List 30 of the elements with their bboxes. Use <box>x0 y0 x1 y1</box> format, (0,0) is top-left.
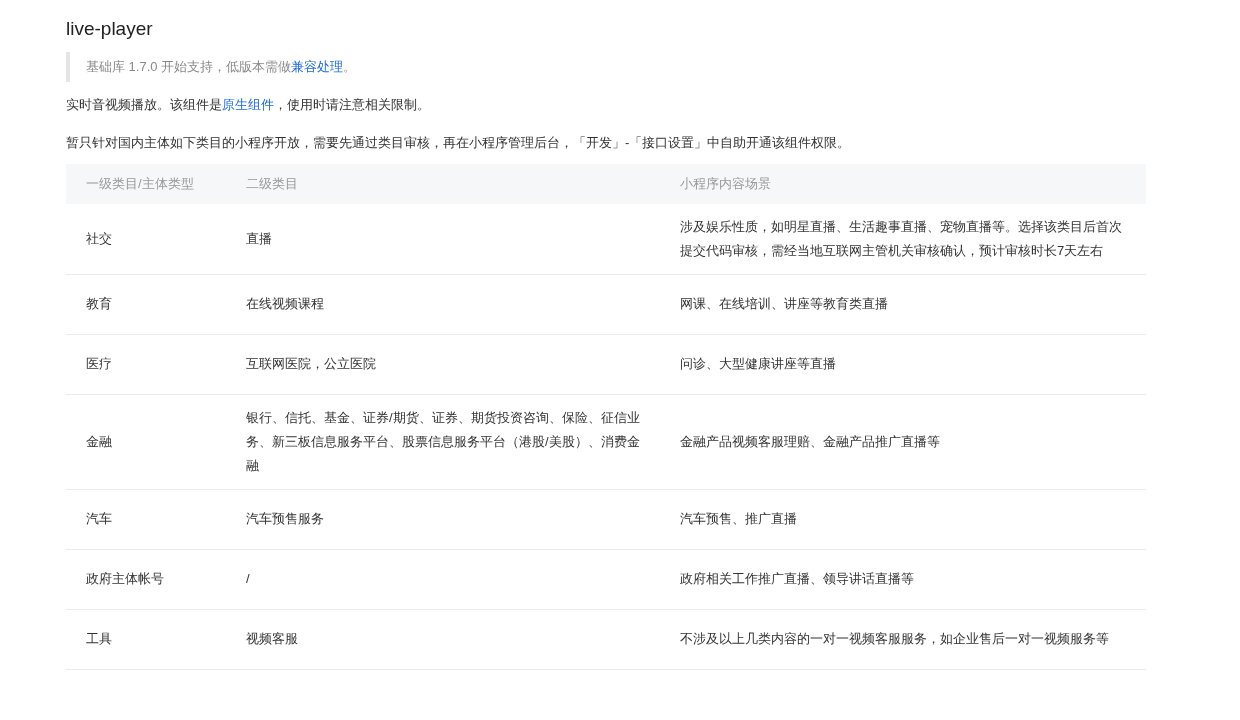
table-cell: 工具 <box>66 609 226 669</box>
table-cell: 银行、信托、基金、证券/期货、证券、期货投资咨询、保险、征信业务、新三板信息服务平台、股票信息服务平台（港股/美股）、消费金融 <box>226 394 660 489</box>
table-cell: 汽车 <box>66 489 226 549</box>
table-cell: 在线视频课程 <box>226 274 660 334</box>
table-cell: 不涉及以上几类内容的一对一视频客服服务，如企业售后一对一视频服务等 <box>660 609 1146 669</box>
paragraph-text: 暂只针对国内主体如下类目的小程序开放，需要先通过类目审核，再在小程序管理后台，「开发」-「接口设置」中自助开通该组件权限。 <box>66 133 852 152</box>
compat-link[interactable]: 兼容处理 <box>291 59 344 74</box>
intro-text: 实时音视频播放。该组件是原生组件，使用时请注意相关限制。 <box>66 95 431 114</box>
table-cell: 直播 <box>226 203 660 274</box>
table-cell: / <box>226 549 660 609</box>
table-cell: 汽车预售、推广直播 <box>660 489 1146 549</box>
table-cell: 教育 <box>66 274 226 334</box>
info-quote: 基础库 1.7.0 开始支持，低版本需做兼容处理。 <box>66 52 1240 82</box>
table-cell: 金融 <box>66 394 226 489</box>
table-cell: 互联网医院，公立医院 <box>226 334 660 394</box>
table-cell: 金融产品视频客服理赔、金融产品推广直播等 <box>660 394 1146 489</box>
table-cell: 涉及娱乐性质，如明星直播、生活趣事直播、宠物直播等。选择该类目后首次提交代码审核，需经当地互联网主管机关审核确认，预计审核时长7天左右 <box>660 203 1146 274</box>
table-cell: 汽车预售服务 <box>226 489 660 549</box>
column-header: 二级类目 <box>226 163 660 204</box>
column-header: 一级类目/主体类型 <box>66 163 226 204</box>
table-cell: 问诊、大型健康讲座等直播 <box>660 334 1146 394</box>
table-cell: 社交 <box>66 203 226 274</box>
page-title: live-player <box>66 17 154 41</box>
column-header: 小程序内容场景 <box>660 163 1146 204</box>
table-cell: 医疗 <box>66 334 226 394</box>
native-component-link[interactable]: 原生组件 <box>222 96 274 112</box>
table-cell: 政府主体帐号 <box>66 549 226 609</box>
table-cell: 网课、在线培训、讲座等教育类直播 <box>660 274 1146 334</box>
table-cell: 视频客服 <box>226 609 660 669</box>
table-cell: 政府相关工作推广直播、领导讲话直播等 <box>660 549 1146 609</box>
